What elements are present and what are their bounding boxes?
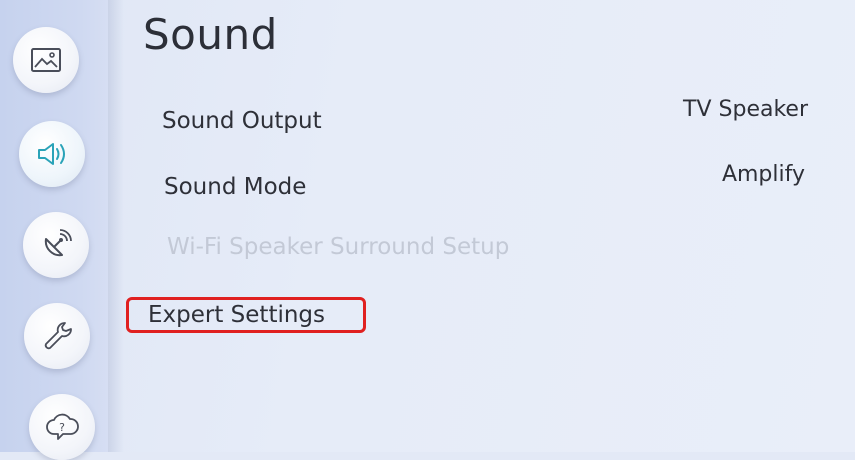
page-title: Sound [143,10,278,59]
settings-sidebar: ? [0,0,108,460]
sidebar-edge [108,0,124,452]
expert-settings-highlight [126,297,366,333]
sound-mode-value: Amplify [721,162,805,187]
menu-item-sound-output[interactable]: Sound Output [162,108,322,134]
sidebar-item-sound[interactable] [19,121,85,187]
support-icon: ? [46,413,79,440]
sound-icon [38,143,65,165]
sound-output-value: TV Speaker [683,97,808,122]
picture-icon [31,48,61,72]
broadcasting-icon [44,229,72,257]
sidebar-item-broadcasting[interactable] [23,212,89,278]
tv-settings-screen: ? Sound Sound Output TV Speaker Sound Mo… [0,0,855,460]
svg-text:?: ? [59,421,65,434]
sidebar-item-support[interactable]: ? [29,394,95,460]
sidebar-item-general[interactable] [24,303,90,369]
menu-item-wifi-speaker-surround-setup: Wi-Fi Speaker Surround Setup [167,234,510,260]
wrench-icon [44,322,72,350]
menu-item-sound-mode[interactable]: Sound Mode [164,174,306,200]
sidebar-item-picture[interactable] [13,27,79,93]
